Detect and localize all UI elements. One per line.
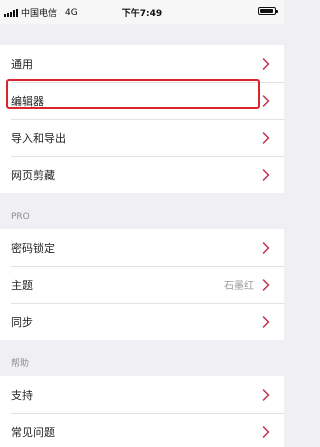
top-spacer [0,24,284,45]
settings-row-web-clipper[interactable]: 网页剪藏 [0,156,284,193]
row-label: 网页剪藏 [11,168,55,182]
pro-settings-group: 密码锁定 主题 石墨红 同步 [0,229,284,340]
row-label: 常见问题 [11,425,55,439]
chevron-right-icon [262,168,270,181]
help-settings-group: 支持 常见问题 [0,376,284,447]
settings-row-import-export[interactable]: 导入和导出 [0,119,284,156]
settings-screen: 中国电信 4G 下午7:49 通用 编辑器 导入和导出 网页剪藏 PRO 密码锁… [0,0,284,447]
status-bar: 中国电信 4G 下午7:49 [0,0,284,24]
settings-row-support[interactable]: 支持 [0,376,284,413]
row-label: 主题 [11,278,33,292]
section-header-pro: PRO [11,212,30,222]
chevron-right-icon [262,278,270,291]
row-label: 导入和导出 [11,131,66,145]
chevron-right-icon [262,94,270,107]
settings-row-faq[interactable]: 常见问题 [0,413,284,447]
status-time: 下午7:49 [121,9,163,19]
settings-row-sync[interactable]: 同步 [0,303,284,340]
row-label: 编辑器 [11,94,44,108]
battery-icon [258,7,278,15]
row-label: 通用 [11,57,33,71]
section-header-help: 帮助 [11,359,30,369]
chevron-right-icon [262,315,270,328]
chevron-right-icon [262,131,270,144]
row-label: 支持 [11,388,33,402]
chevron-right-icon [262,425,270,438]
settings-row-general[interactable]: 通用 [0,45,284,82]
row-label: 同步 [11,315,33,329]
settings-row-passcode-lock[interactable]: 密码锁定 [0,229,284,266]
settings-row-theme[interactable]: 主题 石墨红 [0,266,284,303]
general-settings-group: 通用 编辑器 导入和导出 网页剪藏 [0,45,284,193]
settings-row-editor[interactable]: 编辑器 [0,82,284,119]
row-label: 密码锁定 [11,241,55,255]
theme-value: 石墨红 [224,281,254,292]
chevron-right-icon [262,57,270,70]
chevron-right-icon [262,241,270,254]
chevron-right-icon [262,388,270,401]
